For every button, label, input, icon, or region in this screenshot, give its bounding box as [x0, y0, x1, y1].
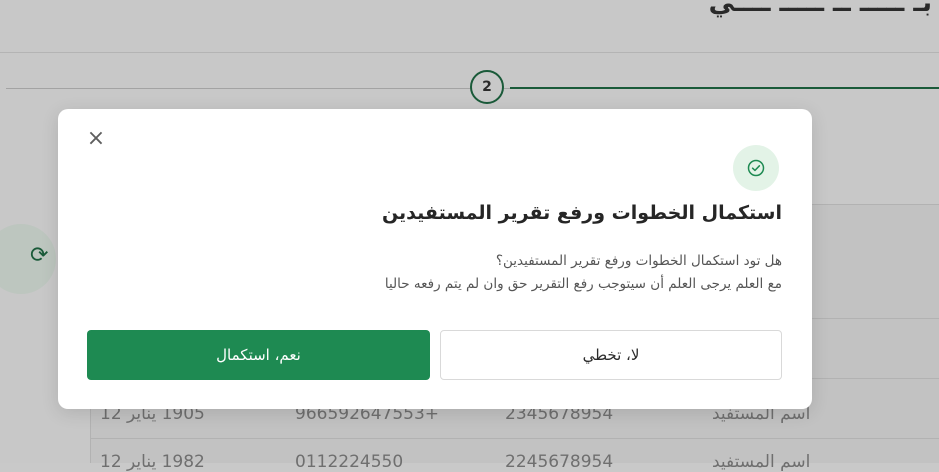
dialog-description-line-1: هل تود استكمال الخطوات ورفع تقرير المستف…: [495, 253, 782, 269]
skip-button[interactable]: لا، تخطي: [440, 330, 782, 380]
dialog-title: استكمال الخطوات ورفع تقرير المستفيدين: [381, 202, 782, 224]
table-cell-id: 2245678954: [505, 452, 614, 472]
close-button[interactable]: ×: [86, 128, 106, 150]
confirm-dialog: × استكمال الخطوات ورفع تقرير المستفيدين …: [58, 109, 812, 409]
confirm-button[interactable]: نعم، استكمال: [87, 330, 430, 380]
table-cell-name: اسم المستفيد: [712, 452, 811, 472]
table-cell-date: 1982 يناير 12: [100, 452, 205, 472]
check-circle-icon: [733, 145, 779, 191]
dialog-description: هل تود استكمال الخطوات ورفع تقرير المستف…: [385, 250, 782, 296]
stepper-step-2: 2: [470, 70, 504, 104]
dialog-description-line-2: مع العلم يرجى العلم أن سيتوجب رفع التقري…: [384, 276, 782, 292]
header-divider: [0, 52, 939, 53]
stepper-line-complete: [510, 87, 939, 89]
table-cell-phone: 0112224550: [295, 452, 404, 472]
table-row-divider: [90, 438, 939, 439]
document-icon: ⟳: [30, 243, 49, 268]
page-title: بـ ـــــ ــ ـــــ ــــي: [708, 0, 932, 18]
